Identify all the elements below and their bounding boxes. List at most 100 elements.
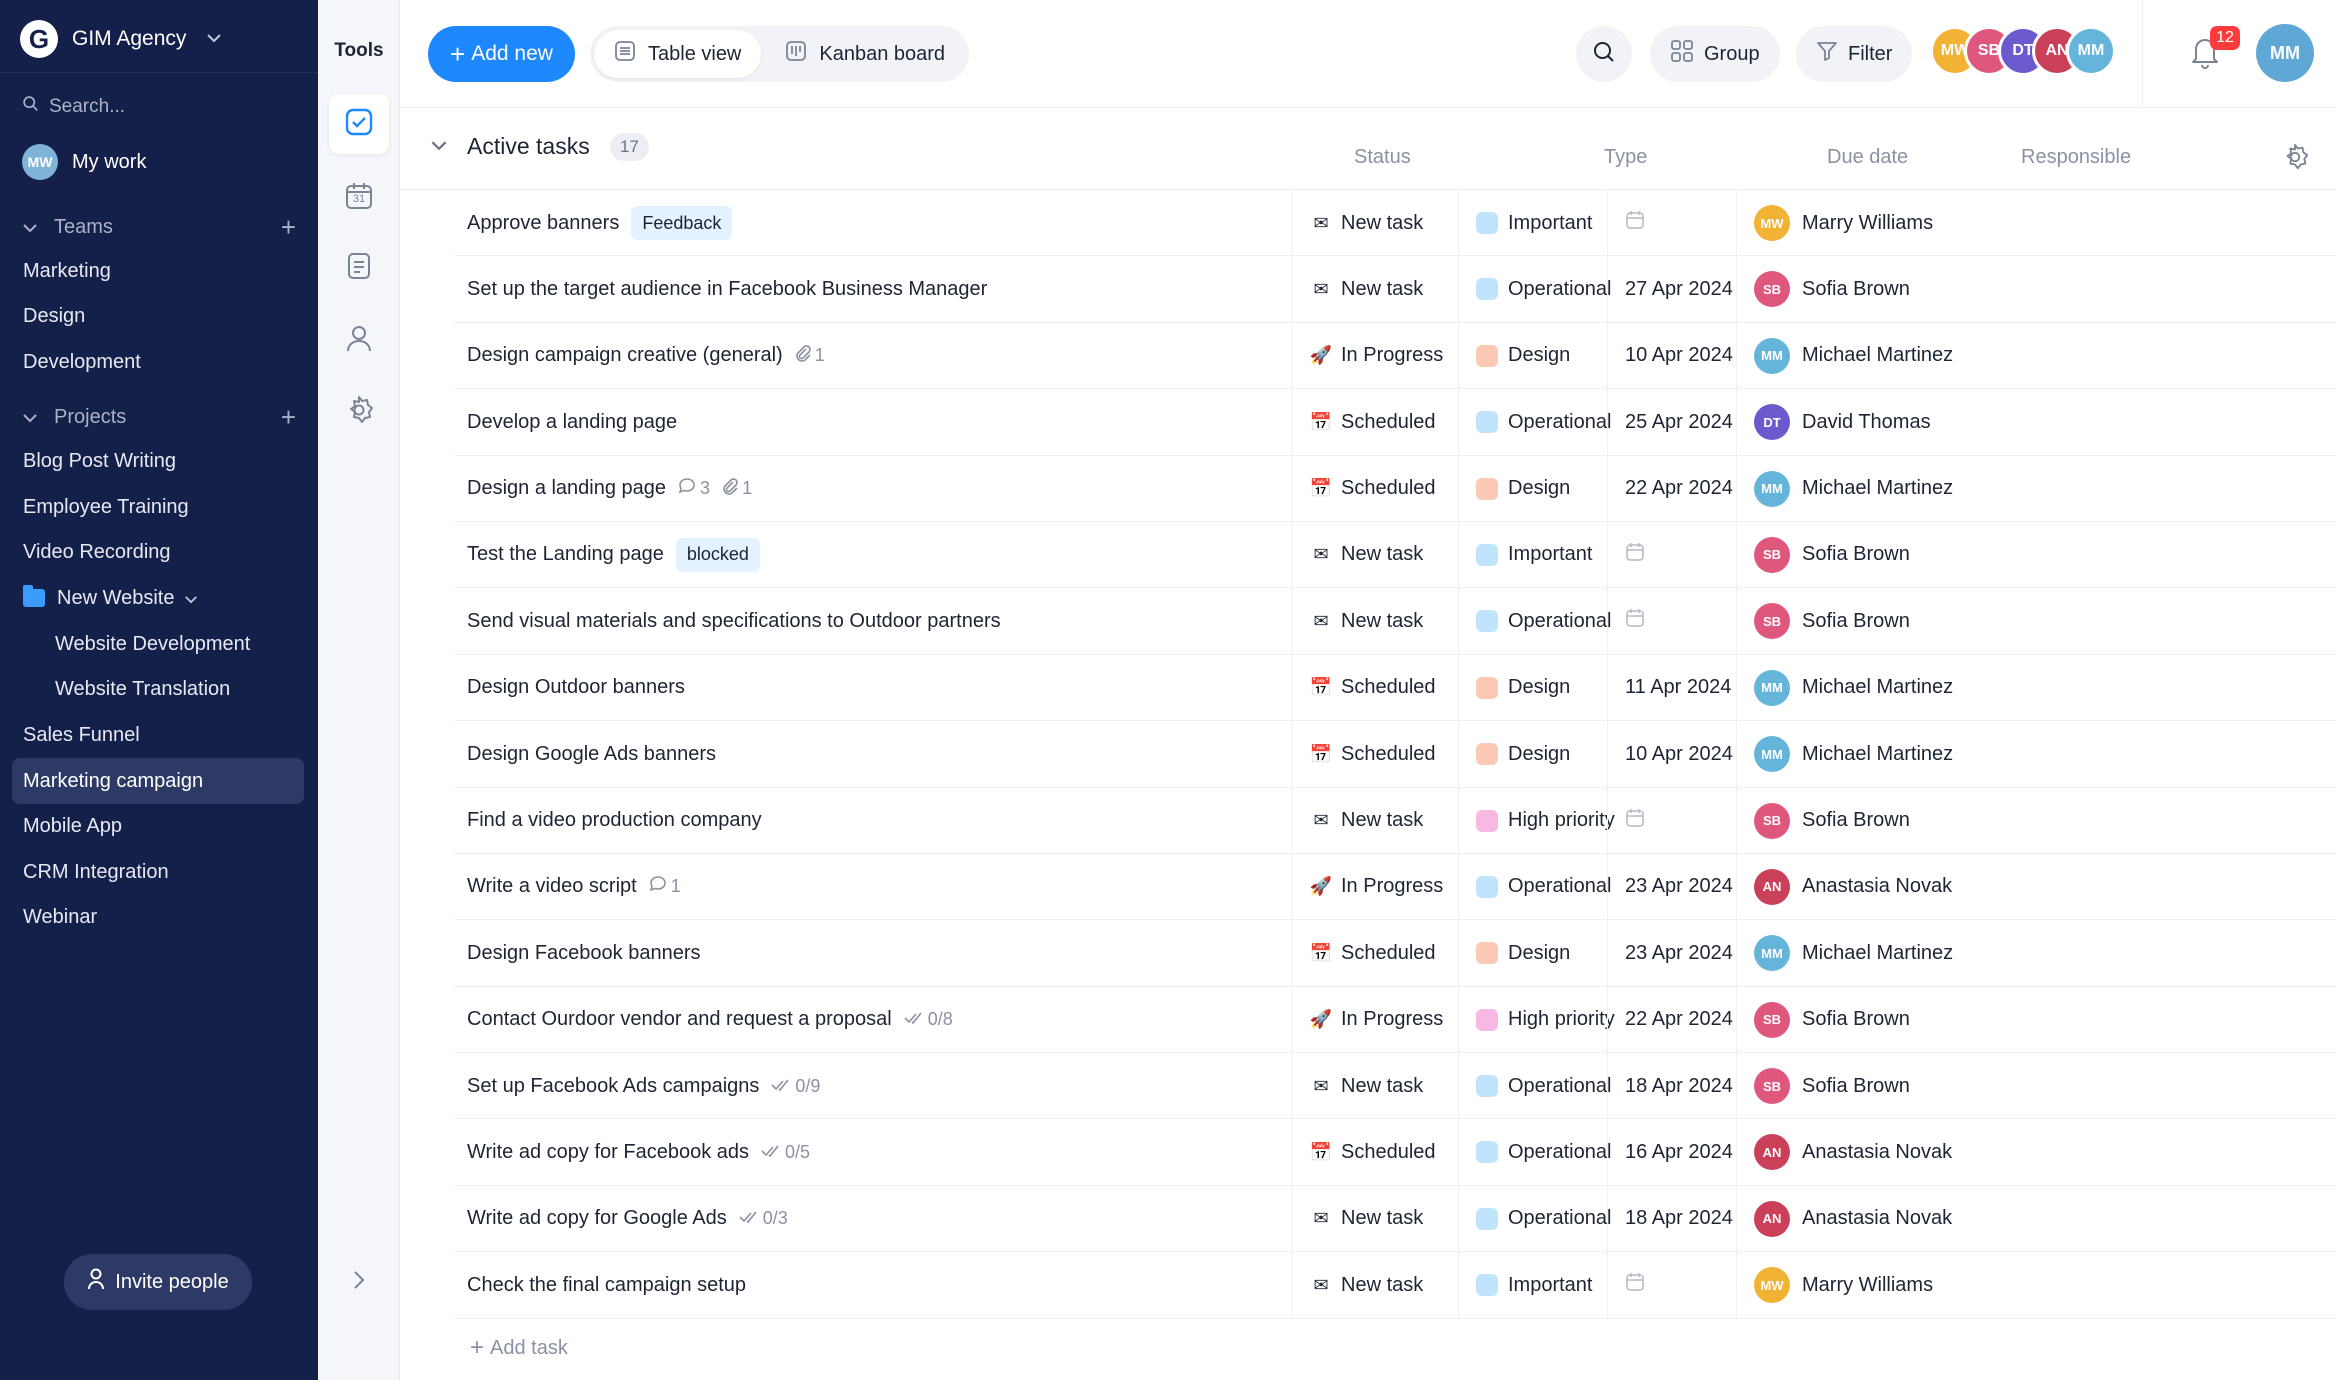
responsible-cell[interactable]: SB Sofia Brown [1754, 1053, 1910, 1119]
type-cell[interactable]: Operational [1476, 854, 1611, 920]
task-name[interactable]: Write ad copy for Facebook ads [467, 1141, 749, 1164]
sidebar-item-marketing-campaign[interactable]: Marketing campaign [12, 758, 304, 804]
type-cell[interactable]: Operational [1476, 389, 1611, 455]
due-date[interactable]: 23 Apr 2024 [1625, 942, 1733, 965]
due-date[interactable]: 25 Apr 2024 [1625, 411, 1733, 434]
sidebar-item-mobile-app[interactable]: Mobile App [12, 803, 304, 849]
type-cell[interactable]: Design [1476, 323, 1570, 389]
tool-settings[interactable] [329, 382, 389, 442]
filter-button[interactable]: Filter [1796, 26, 1913, 82]
due-date-cell[interactable]: 16 Apr 2024 [1625, 1119, 1733, 1185]
table-row[interactable]: Approve banners Feedback ✉ New task Impor… [454, 190, 2337, 257]
due-date-cell[interactable]: 25 Apr 2024 [1625, 389, 1733, 455]
column-header-due-date[interactable]: Due date [1827, 146, 1908, 169]
sidebar-item-sales-funnel[interactable]: Sales Funnel [12, 712, 304, 758]
type-cell[interactable]: Important [1476, 1252, 1592, 1318]
sidebar-item-webinar[interactable]: Webinar [12, 894, 304, 940]
due-date[interactable]: 23 Apr 2024 [1625, 875, 1733, 898]
task-name[interactable]: Design a landing page [467, 477, 666, 500]
responsible-cell[interactable]: SB Sofia Brown [1754, 256, 1910, 322]
responsible-cell[interactable]: MM Michael Martinez [1754, 655, 1953, 721]
sidebar-item-my-work[interactable]: MW My work [22, 144, 146, 180]
responsible-cell[interactable]: SB Sofia Brown [1754, 588, 1910, 654]
responsible-cell[interactable]: AN Anastasia Novak [1754, 1186, 1952, 1252]
type-cell[interactable]: High priority [1476, 788, 1615, 854]
checklist-progress[interactable]: 0/5 [761, 1142, 810, 1163]
add-team-icon[interactable]: + [281, 212, 296, 243]
table-row[interactable]: Write a video script 1 🚀 In Progress Oper… [454, 853, 2337, 921]
due-date-cell[interactable]: 18 Apr 2024 [1625, 1053, 1733, 1119]
table-row[interactable]: Contact Ourdoor vendor and request a pro… [454, 986, 2337, 1054]
expand-sidebar-icon[interactable] [318, 1270, 400, 1296]
due-date[interactable]: 18 Apr 2024 [1625, 1075, 1733, 1098]
sidebar-item-website-translation[interactable]: Website Translation [12, 666, 304, 712]
calendar-empty-icon[interactable] [1625, 210, 1645, 236]
responsible-cell[interactable]: AN Anastasia Novak [1754, 854, 1952, 920]
calendar-empty-icon[interactable] [1625, 1272, 1645, 1298]
table-row[interactable]: Find a video production company ✉ New ta… [454, 787, 2337, 854]
tool-people[interactable] [329, 310, 389, 370]
status-cell[interactable]: ✉ New task [1309, 256, 1423, 322]
column-header-responsible[interactable]: Responsible [2021, 146, 2131, 169]
due-date-cell[interactable] [1625, 190, 1645, 256]
status-cell[interactable]: 📅 Scheduled [1309, 721, 1436, 787]
search-button[interactable] [1576, 26, 1632, 82]
due-date-cell[interactable]: 22 Apr 2024 [1625, 456, 1733, 522]
sidebar-search[interactable]: Search... [22, 95, 125, 118]
task-name[interactable]: Check the final campaign setup [467, 1274, 746, 1297]
gear-icon[interactable] [2280, 142, 2310, 177]
task-tag[interactable]: blocked [675, 537, 760, 572]
task-name[interactable]: Design Outdoor banners [467, 676, 685, 699]
table-row[interactable]: Write ad copy for Google Ads 0/3 ✉ New ta… [454, 1185, 2337, 1253]
task-name[interactable]: Develop a landing page [467, 411, 677, 434]
responsible-cell[interactable]: MM Michael Martinez [1754, 721, 1953, 787]
status-cell[interactable]: ✉ New task [1309, 1053, 1423, 1119]
table-row[interactable]: Check the final campaign setup ✉ New tas… [454, 1252, 2337, 1319]
checklist-progress[interactable]: 0/9 [771, 1076, 820, 1097]
invite-people-button[interactable]: Invite people [64, 1254, 252, 1310]
responsible-cell[interactable]: SB Sofia Brown [1754, 987, 1910, 1053]
task-name[interactable]: Send visual materials and specifications… [467, 610, 1001, 633]
task-tag[interactable]: Feedback [631, 206, 733, 240]
due-date-cell[interactable] [1625, 522, 1645, 588]
status-cell[interactable]: ✉ New task [1309, 588, 1423, 654]
sidebar-item-employee-training[interactable]: Employee Training [12, 484, 304, 530]
task-name[interactable]: Set up the target audience in Facebook B… [467, 278, 987, 301]
type-cell[interactable]: Design [1476, 655, 1570, 721]
teams-section-header[interactable]: Teams + [22, 212, 296, 243]
due-date-cell[interactable] [1625, 588, 1645, 654]
sidebar-item-video-recording[interactable]: Video Recording [12, 529, 304, 575]
due-date[interactable]: 22 Apr 2024 [1625, 1008, 1733, 1031]
column-header-status[interactable]: Status [1354, 146, 1411, 169]
add-project-icon[interactable]: + [281, 402, 296, 433]
type-cell[interactable]: Operational [1476, 1053, 1611, 1119]
due-date[interactable]: 27 Apr 2024 [1625, 278, 1733, 301]
add-task-button[interactable]: + Add task [470, 1334, 568, 1362]
attachment-count[interactable]: 1 [722, 477, 752, 500]
status-cell[interactable]: ✉ New task [1309, 788, 1423, 854]
sidebar-item-crm-integration[interactable]: CRM Integration [12, 849, 304, 895]
team-avatars[interactable]: MW SB DT AN MM [1930, 26, 2116, 82]
table-row[interactable]: Set up the target audience in Facebook B… [454, 256, 2337, 323]
workspace-switcher[interactable]: G GIM Agency [20, 16, 222, 62]
sidebar-item-website-development[interactable]: Website Development [12, 621, 304, 667]
task-name[interactable]: Test the Landing page [467, 543, 664, 566]
due-date-cell[interactable]: 18 Apr 2024 [1625, 1186, 1733, 1252]
table-row[interactable]: Design campaign creative (general) 1 🚀 In… [454, 322, 2337, 390]
due-date-cell[interactable]: 22 Apr 2024 [1625, 987, 1733, 1053]
responsible-cell[interactable]: MM Michael Martinez [1754, 323, 1953, 389]
comment-count[interactable]: 1 [649, 875, 681, 898]
table-row[interactable]: Design Google Ads banners 📅 Scheduled De… [454, 721, 2337, 788]
calendar-empty-icon[interactable] [1625, 542, 1645, 568]
tool-tasks[interactable] [329, 94, 389, 154]
due-date-cell[interactable]: 23 Apr 2024 [1625, 854, 1733, 920]
current-user-avatar[interactable]: MM [2256, 24, 2314, 82]
responsible-cell[interactable]: MW Marry Williams [1754, 1252, 1933, 1318]
table-row[interactable]: Write ad copy for Facebook ads 0/5 📅 Sche… [454, 1119, 2337, 1186]
sidebar-item-marketing[interactable]: Marketing [12, 248, 304, 294]
due-date[interactable]: 10 Apr 2024 [1625, 344, 1733, 367]
type-cell[interactable]: Important [1476, 190, 1592, 256]
type-cell[interactable]: Design [1476, 920, 1570, 986]
status-cell[interactable]: ✉ New task [1309, 522, 1423, 588]
due-date-cell[interactable] [1625, 788, 1645, 854]
